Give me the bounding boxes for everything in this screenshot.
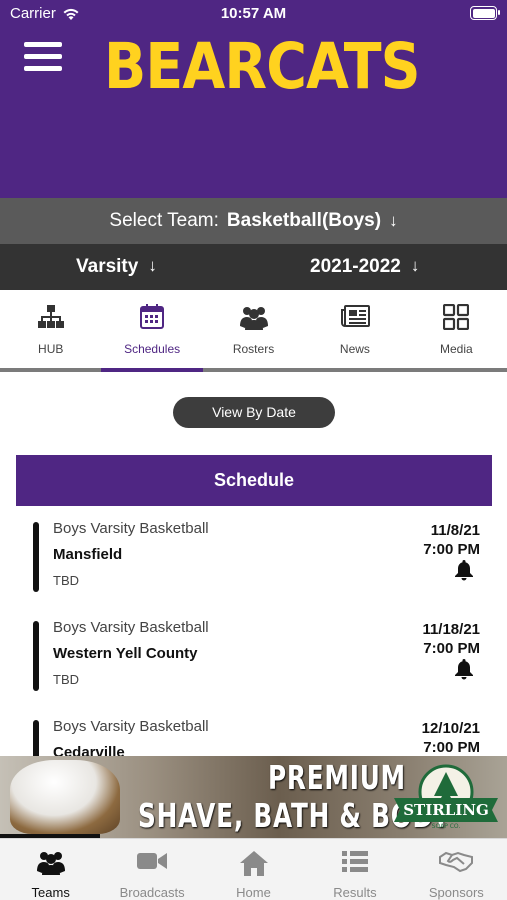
- game-row[interactable]: Boys Varsity Basketball Cedarville 12/10…: [0, 708, 507, 756]
- menu-button[interactable]: [24, 42, 62, 74]
- game-sport: Boys Varsity Basketball: [53, 520, 209, 537]
- home-icon: [239, 851, 268, 876]
- hamburger-icon: [24, 42, 62, 47]
- game-list: Boys Varsity Basketball Mansfield TBD 11…: [0, 510, 507, 756]
- team-selector-prefix: Select Team:: [109, 210, 219, 231]
- nav-label: Teams: [31, 885, 70, 900]
- nav-sponsors[interactable]: Sponsors: [406, 839, 507, 900]
- tab-news[interactable]: News: [304, 290, 405, 368]
- teams-icon: [36, 852, 65, 875]
- list-icon: [341, 851, 368, 872]
- team-selector[interactable]: Select Team: Basketball(Boys) ↓: [0, 198, 507, 244]
- nav-home[interactable]: Home: [203, 839, 304, 900]
- level-season-bar: Varsity ↓ 2021-2022 ↓: [0, 244, 507, 290]
- arrow-down-icon: ↓: [148, 256, 157, 275]
- game-location: TBD: [53, 672, 79, 687]
- sponsor-brand: STIRLING: [403, 801, 489, 819]
- tab-schedules[interactable]: Schedules: [101, 290, 204, 372]
- game-time: 7:00 PM: [423, 640, 480, 657]
- tab-rosters[interactable]: Rosters: [203, 290, 304, 368]
- nav-label: Sponsors: [428, 885, 484, 900]
- tab-label: Rosters: [232, 342, 275, 356]
- tab-label: Schedules: [124, 342, 181, 356]
- game-row[interactable]: Boys Varsity Basketball Mansfield TBD 11…: [0, 510, 507, 609]
- nav-label: Home: [236, 885, 271, 900]
- game-sport: Boys Varsity Basketball: [53, 619, 209, 636]
- ad-headline: PREMIUM: [268, 758, 406, 797]
- game-indicator-bar: [33, 720, 39, 756]
- game-time: 7:00 PM: [423, 541, 480, 558]
- newspaper-icon: [340, 305, 370, 327]
- nav-broadcasts[interactable]: Broadcasts: [101, 839, 202, 900]
- app-header: Carrier 10:57 AM BEARCATS: [0, 0, 507, 198]
- grid-icon: [443, 304, 470, 330]
- game-date: 12/10/21: [421, 720, 480, 737]
- org-chart-icon: [37, 305, 64, 328]
- season-selector[interactable]: 2021-2022 ↓: [310, 256, 419, 278]
- game-indicator-bar: [33, 621, 39, 691]
- nav-label: Broadcasts: [119, 885, 185, 900]
- video-camera-icon: [137, 853, 168, 869]
- arrow-down-icon: ↓: [389, 211, 398, 230]
- group-icon: [239, 307, 268, 330]
- tab-label: HUB: [38, 342, 64, 356]
- view-by-date-button[interactable]: View By Date: [173, 397, 335, 428]
- status-bar: Carrier 10:57 AM: [0, 0, 507, 28]
- game-opponent: Mansfield: [53, 546, 123, 563]
- nav-results[interactable]: Results: [304, 839, 405, 900]
- team-selector-value: Basketball(Boys): [226, 210, 382, 231]
- team-logo: BEARCATS: [104, 30, 421, 103]
- game-date: 11/8/21: [430, 522, 480, 539]
- tab-media[interactable]: Media: [406, 290, 507, 368]
- sponsor-ad-banner[interactable]: PREMIUM SHAVE, BATH & BODY STIRLING SOAP…: [0, 756, 507, 838]
- shaving-brush-image: [10, 760, 120, 834]
- season-value: 2021-2022: [310, 256, 401, 277]
- section-tabs: HUB Schedules Rosters News Media: [0, 290, 507, 372]
- game-indicator-bar: [33, 522, 39, 592]
- arrow-down-icon: ↓: [410, 256, 420, 275]
- level-value: Varsity: [76, 256, 139, 277]
- game-opponent: Cedarville: [53, 744, 125, 756]
- handshake-icon: [439, 851, 474, 873]
- game-row[interactable]: Boys Varsity Basketball Western Yell Cou…: [0, 609, 507, 708]
- sponsor-brand-sub: SOAP CO.: [432, 823, 461, 830]
- bottom-nav: Teams Broadcasts Home Results Sponsors: [0, 838, 507, 900]
- tab-hub[interactable]: HUB: [0, 290, 101, 368]
- game-date: 11/18/21: [422, 621, 480, 638]
- sponsor-logo: STIRLING SOAP CO.: [394, 764, 498, 830]
- status-time: 10:57 AM: [220, 5, 287, 22]
- schedule-header: Schedule: [16, 455, 492, 506]
- bell-icon[interactable]: [454, 658, 474, 680]
- battery-icon: [470, 6, 500, 20]
- bell-icon[interactable]: [454, 559, 474, 581]
- game-location: TBD: [53, 573, 79, 588]
- nav-label: Results: [333, 885, 377, 900]
- level-selector[interactable]: Varsity ↓: [76, 256, 157, 278]
- game-time: 7:00 PM: [423, 739, 480, 756]
- game-opponent: Western Yell County: [53, 645, 198, 662]
- nav-teams[interactable]: Teams: [0, 839, 101, 900]
- game-sport: Boys Varsity Basketball: [53, 718, 209, 735]
- calendar-icon: [140, 304, 165, 329]
- tab-label: Media: [439, 342, 473, 356]
- tab-label: News: [339, 342, 370, 356]
